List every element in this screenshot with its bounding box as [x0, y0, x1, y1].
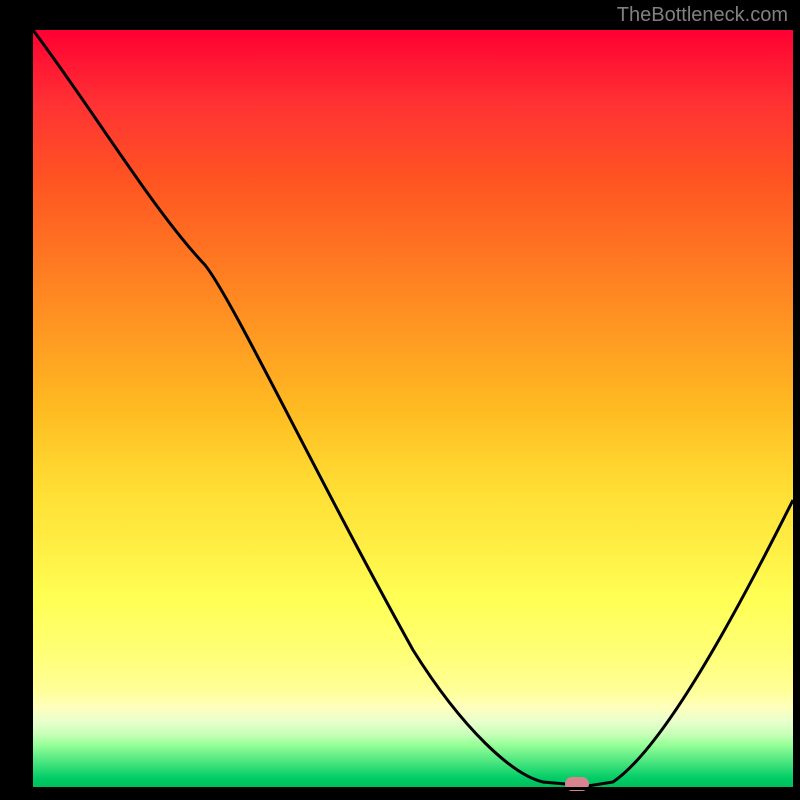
y-axis: [30, 30, 33, 790]
bottleneck-curve-svg: [33, 30, 793, 790]
watermark-text: TheBottleneck.com: [617, 4, 788, 27]
chart-container: TheBottleneck.com: [0, 0, 800, 800]
x-axis: [30, 787, 793, 790]
bottleneck-curve-path: [33, 30, 793, 786]
